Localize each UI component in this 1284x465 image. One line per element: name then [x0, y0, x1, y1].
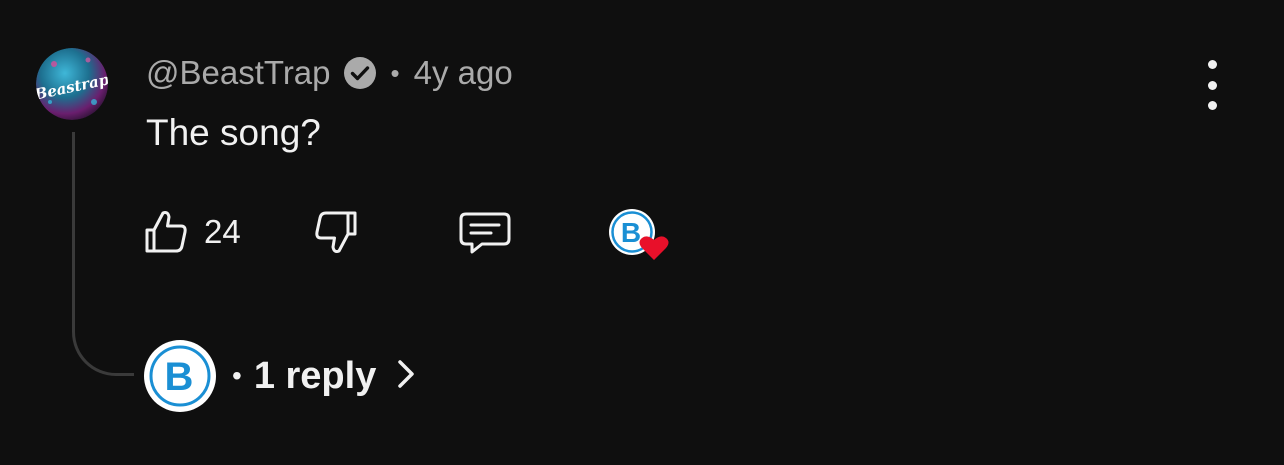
thumbs-up-icon [145, 211, 187, 253]
reply-button[interactable] [456, 200, 514, 264]
author-avatar[interactable]: Beastrap [36, 48, 108, 120]
comment-text: The song? [146, 112, 321, 153]
chevron-right-icon [396, 358, 416, 395]
dislike-button[interactable] [310, 200, 362, 264]
thread-connector-line [72, 132, 134, 376]
comment-reply-icon [459, 212, 511, 254]
comment-thread: Beastrap @BeastTrap • 4y ago The song? 2… [0, 0, 1284, 465]
replies-count-label: 1 reply [253, 354, 377, 397]
svg-text:B: B [165, 355, 194, 399]
like-count: 24 [204, 213, 241, 250]
more-vert-icon[interactable] [1194, 60, 1230, 110]
view-replies-button[interactable]: B • 1 reply [144, 340, 416, 412]
thumbs-down-icon [315, 211, 357, 253]
creator-heart-badge: B [608, 200, 672, 264]
author-name[interactable]: @BeastTrap [146, 54, 331, 92]
creator-heart-icon: B [609, 209, 669, 260]
replies-separator: • [232, 360, 242, 391]
comment-action-bar: 24 B [140, 200, 700, 264]
comment-header: @BeastTrap • 4y ago [146, 50, 513, 96]
header-separator: • [390, 57, 400, 88]
comment-timestamp[interactable]: 4y ago [414, 54, 513, 92]
svg-text:B: B [621, 217, 641, 248]
beasttrap-logo: Beastrap [36, 48, 108, 120]
creator-reply-avatar: B [144, 340, 216, 412]
like-button[interactable]: 24 [140, 200, 241, 264]
verified-check-icon [343, 56, 377, 90]
